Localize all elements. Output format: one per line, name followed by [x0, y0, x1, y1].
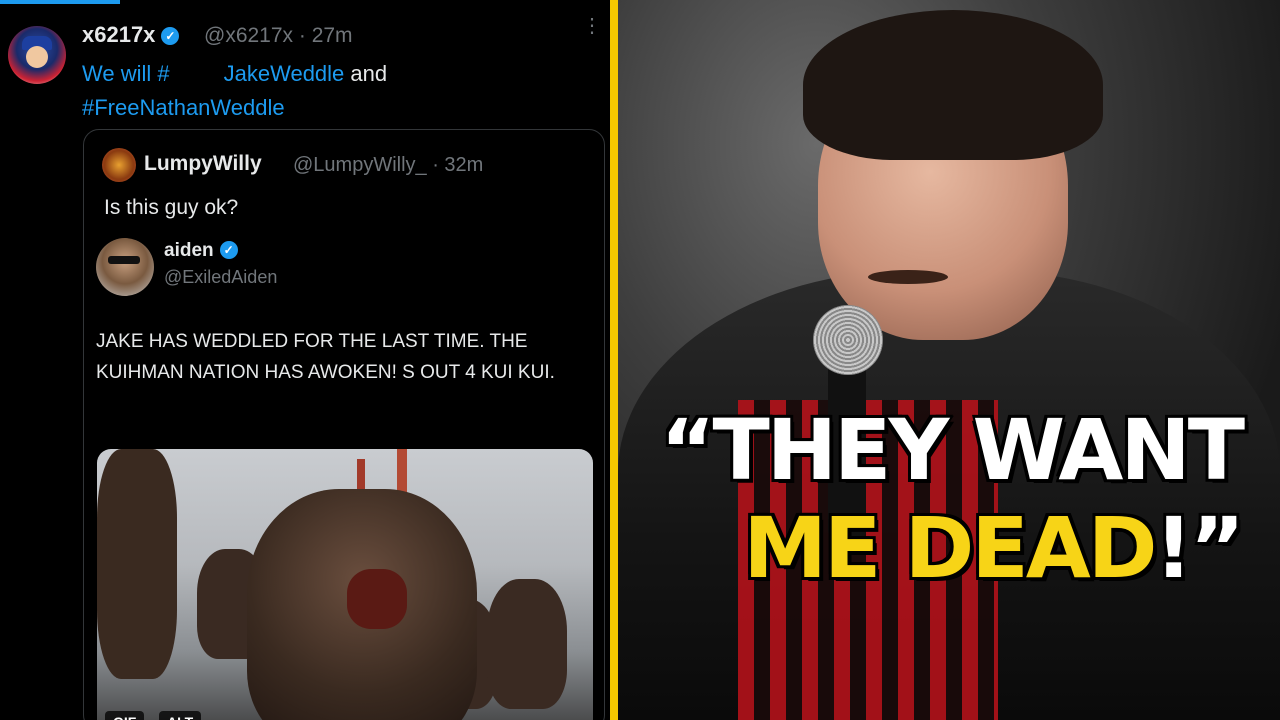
quote-handle-time: @LumpyWilly_ · 32m — [293, 154, 484, 176]
embedded-author-name-text: aiden — [164, 240, 214, 261]
comedian-photo-panel: “THEY WANT ME DEAD!” — [618, 0, 1280, 720]
hair — [803, 10, 1103, 160]
tweet-text: We will # JakeWeddle and #FreeNathanWeddl… — [82, 57, 582, 125]
quote-author-name[interactable]: LumpyWilly — [144, 152, 262, 176]
sunglasses — [108, 256, 140, 264]
embedded-author-name[interactable]: aiden ✓ — [164, 240, 238, 262]
comedian-figure — [618, 0, 1280, 720]
gif-media[interactable]: GIF ALT — [97, 449, 593, 720]
avatar[interactable] — [8, 26, 66, 84]
hashtag-link-1[interactable]: JakeWeddle — [224, 61, 345, 86]
verified-icon: ✓ — [161, 27, 180, 45]
tab-indicator — [0, 0, 120, 4]
embedded-avatar[interactable] — [96, 238, 154, 296]
verified-icon: ✓ — [219, 241, 238, 259]
hashtag-link-2[interactable]: #FreeNathanWeddle — [82, 95, 285, 120]
ape-figure — [487, 579, 567, 709]
caption-line-2-end: !” — [1152, 499, 1246, 597]
mustache — [868, 270, 948, 284]
embedded-body-text: JAKE HAS WEDDLED FOR THE LAST TIME. THE … — [96, 331, 555, 383]
tweet-author-name[interactable]: x6217x ✓ — [82, 22, 180, 48]
quote-avatar[interactable] — [102, 148, 136, 182]
quote-author-name-text: LumpyWilly — [144, 152, 262, 175]
more-options-icon[interactable]: ⋮ — [582, 16, 602, 36]
quoted-tweet[interactable]: LumpyWilly @LumpyWilly_ · 32m Is this gu… — [83, 129, 605, 720]
embedded-handle: @ExiledAiden — [164, 267, 278, 287]
ape-mouth — [347, 569, 407, 629]
quote-text: Is this guy ok? — [104, 196, 239, 219]
microphone-icon — [813, 305, 883, 375]
tweet-screenshot-panel: x6217x ✓ @x6217x · 27m ⋮ We will # JakeWed… — [0, 0, 610, 720]
yellow-divider — [610, 0, 618, 720]
caption-line-2: ME DEAD!” — [741, 504, 1247, 592]
tweet-text-prefix: We will # — [82, 61, 170, 86]
tweet-text-and: and — [344, 61, 388, 86]
ape-raised-arm — [97, 449, 177, 679]
caption-line-2-text: ME DEAD — [741, 499, 1159, 597]
gif-badge[interactable]: GIF — [105, 711, 145, 720]
author-name-text: x6217x — [82, 22, 156, 47]
caption-line-1: “THEY WANT — [658, 401, 1247, 499]
tweet-handle-time[interactable]: @x6217x · 27m — [204, 24, 353, 48]
avatar-face — [26, 46, 48, 68]
alt-badge[interactable]: ALT — [159, 711, 202, 720]
